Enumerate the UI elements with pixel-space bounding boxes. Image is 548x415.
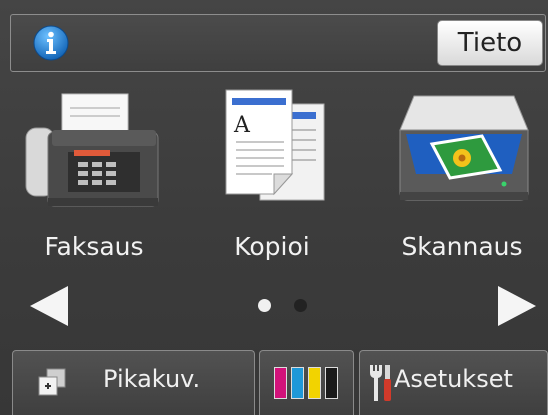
- app-fax-label: Faksaus: [44, 232, 144, 261]
- scanner-icon: [399, 95, 529, 201]
- settings-button[interactable]: Asetukset: [359, 350, 548, 415]
- app-scan[interactable]: Skannaus: [392, 86, 532, 276]
- info-button-label: Tieto: [457, 28, 523, 58]
- shortcuts-label: Pikakuv.: [103, 365, 201, 393]
- copy-icon: A: [225, 89, 325, 201]
- ink-button[interactable]: [259, 350, 354, 415]
- settings-label: Asetukset: [394, 365, 513, 393]
- page-indicator-active: [258, 299, 271, 312]
- app-copy[interactable]: A Kopioi: [202, 86, 342, 276]
- tools-icon: [370, 365, 391, 401]
- app-fax[interactable]: Faksaus: [24, 86, 164, 276]
- app-scan-label: Skannaus: [401, 232, 523, 261]
- shortcut-icon: [38, 368, 66, 396]
- info-bar: Tieto: [10, 14, 546, 72]
- svg-text:A: A: [233, 113, 251, 138]
- info-icon[interactable]: [33, 25, 69, 61]
- ink-black-icon: [325, 367, 338, 399]
- next-page-arrow-icon[interactable]: [496, 284, 540, 328]
- page-indicator-inactive: [294, 299, 307, 312]
- ink-yellow-icon: [308, 367, 321, 399]
- previous-page-arrow-icon[interactable]: [26, 284, 70, 328]
- info-button[interactable]: Tieto: [437, 20, 543, 66]
- fax-icon: [25, 93, 159, 207]
- home-screen: Tieto Faksaus A Kopioi Skannaus Pikakuv.…: [0, 0, 548, 415]
- app-copy-label: Kopioi: [234, 232, 310, 261]
- shortcuts-button[interactable]: Pikakuv.: [12, 350, 255, 415]
- ink-magenta-icon: [274, 367, 287, 399]
- ink-cyan-icon: [291, 367, 304, 399]
